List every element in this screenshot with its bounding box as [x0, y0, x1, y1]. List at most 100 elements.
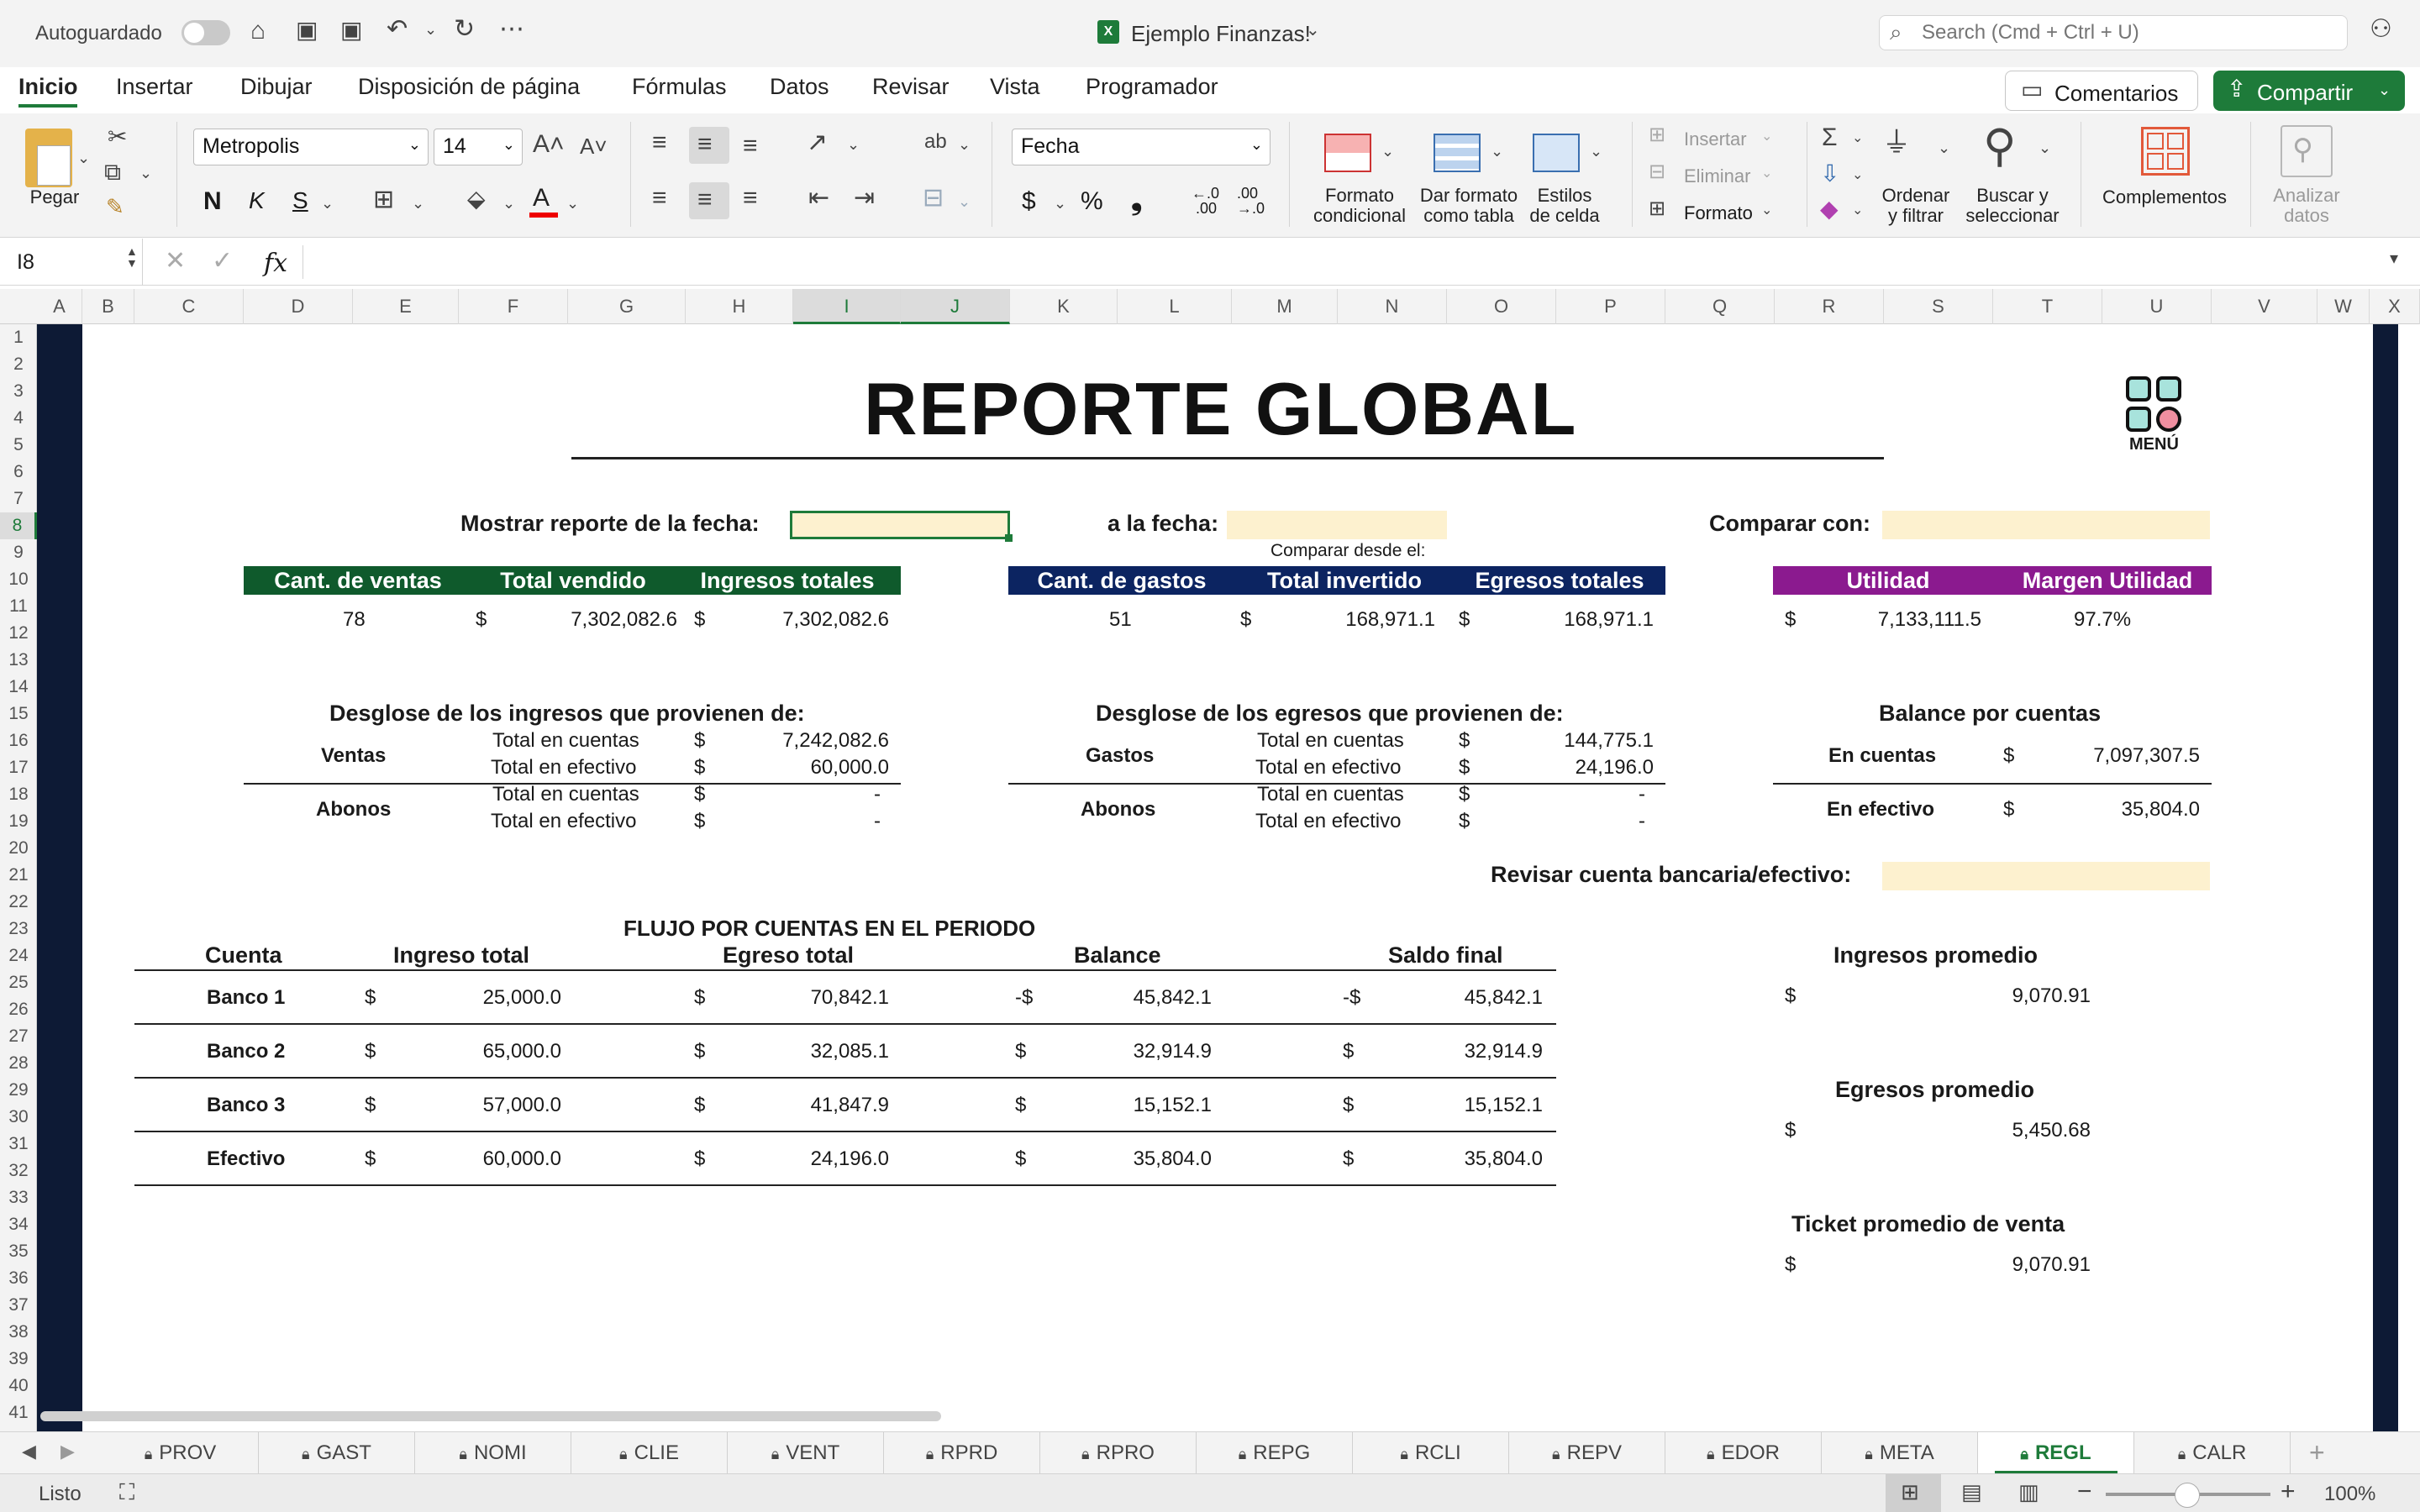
decrease-decimal-button[interactable]: .00 →.0 — [1237, 186, 1265, 216]
zoom-level[interactable]: 100% — [2324, 1483, 2375, 1506]
redo-icon[interactable]: ↻ — [454, 17, 475, 42]
percent-button[interactable]: % — [1081, 187, 1103, 216]
sheet-tab-clie[interactable]: 🔒︎ CLIE — [571, 1432, 728, 1474]
row-header[interactable]: 32 — [0, 1158, 37, 1184]
orientation-dropdown-icon[interactable]: ⌄ — [847, 137, 860, 152]
row-header[interactable]: 21 — [0, 862, 37, 889]
number-format-select[interactable]: Fecha ⌄ — [1012, 129, 1270, 165]
format-dropdown-icon[interactable]: ⌄ — [1761, 204, 1772, 218]
column-header[interactable]: P — [1556, 289, 1665, 324]
borders-dropdown-icon[interactable]: ⌄ — [412, 196, 424, 211]
align-bottom-icon[interactable]: ≡ — [743, 134, 758, 159]
row-header[interactable]: 39 — [0, 1346, 37, 1373]
sheet-tab-rpro[interactable]: 🔒︎ RPRO — [1040, 1432, 1197, 1474]
row-header[interactable]: 4 — [0, 405, 37, 432]
column-header[interactable]: H — [686, 289, 793, 324]
row-header[interactable]: 5 — [0, 432, 37, 459]
column-header[interactable]: I — [793, 289, 901, 324]
save-icon[interactable]: ▣ — [296, 18, 318, 42]
horizontal-scrollbar[interactable] — [40, 1411, 941, 1421]
decrease-indent-icon[interactable]: ⇤ — [808, 186, 829, 211]
font-name-select[interactable]: Metropolis ⌄ — [193, 129, 429, 165]
cut-icon[interactable]: ✂ — [108, 125, 127, 149]
tab-4[interactable]: Fórmulas — [632, 74, 727, 100]
row-header[interactable]: 37 — [0, 1292, 37, 1319]
to-date-field[interactable] — [1227, 511, 1447, 539]
sheet-tab-calr[interactable]: 🔒︎ CALR — [2134, 1432, 2291, 1474]
sheet-tab-edor[interactable]: 🔒︎ EDOR — [1665, 1432, 1822, 1474]
row-header[interactable]: 38 — [0, 1319, 37, 1346]
autosave-toggle[interactable] — [182, 20, 230, 45]
row-header[interactable]: 19 — [0, 808, 37, 835]
italic-button[interactable]: K — [249, 187, 265, 214]
title-chevron-icon[interactable]: ⌄ — [1306, 22, 1320, 39]
row-header[interactable]: 20 — [0, 835, 37, 862]
row-header[interactable]: 22 — [0, 889, 37, 916]
copy-icon[interactable]: ⧉ — [104, 160, 121, 184]
sheet-tab-gast[interactable]: 🔒︎ GAST — [259, 1432, 415, 1474]
row-header[interactable]: 13 — [0, 647, 37, 674]
row-header[interactable]: 6 — [0, 459, 37, 486]
sheet-tab-nomi[interactable]: 🔒︎ NOMI — [415, 1432, 571, 1474]
column-header[interactable]: R — [1775, 289, 1884, 324]
row-header[interactable]: 17 — [0, 754, 37, 781]
undo-icon[interactable]: ↶ — [387, 17, 408, 42]
column-header[interactable]: A — [37, 289, 82, 324]
column-header[interactable]: J — [901, 289, 1010, 324]
font-color-icon[interactable]: A — [529, 184, 558, 218]
comma-button[interactable]: ❟ — [1131, 184, 1142, 217]
row-header[interactable]: 27 — [0, 1023, 37, 1050]
row-header[interactable]: 11 — [0, 593, 37, 620]
row-header[interactable]: 8 — [0, 512, 37, 539]
row-header[interactable]: 15 — [0, 701, 37, 727]
column-header[interactable]: Q — [1665, 289, 1775, 324]
orientation-icon[interactable]: ↗ — [807, 130, 828, 155]
normal-view-button[interactable]: ⊞ — [1886, 1474, 1941, 1512]
wrap-dropdown-icon[interactable]: ⌄ — [958, 137, 971, 152]
row-header[interactable]: 16 — [0, 727, 37, 754]
find-dropdown-icon[interactable]: ⌄ — [2039, 140, 2051, 155]
currency-button[interactable]: $ — [1022, 187, 1036, 216]
row-header[interactable]: 24 — [0, 942, 37, 969]
row-header[interactable]: 25 — [0, 969, 37, 996]
row-header[interactable]: 36 — [0, 1265, 37, 1292]
merge-dropdown-icon[interactable]: ⌄ — [958, 194, 971, 209]
copy-dropdown-icon[interactable]: ⌄ — [139, 165, 152, 181]
row-header[interactable]: 7 — [0, 486, 37, 512]
underline-button[interactable]: S — [292, 187, 308, 214]
row-header[interactable]: 31 — [0, 1131, 37, 1158]
delete-dropdown-icon[interactable]: ⌄ — [1761, 167, 1772, 181]
row-header[interactable]: 10 — [0, 566, 37, 593]
row-header[interactable]: 12 — [0, 620, 37, 647]
add-sheet-icon[interactable]: + — [2309, 1439, 2325, 1466]
column-header[interactable]: V — [2212, 289, 2317, 324]
increase-indent-icon[interactable]: ⇥ — [854, 186, 875, 211]
zoom-out-icon[interactable]: − — [2077, 1479, 2092, 1504]
column-header[interactable]: U — [2102, 289, 2212, 324]
tab-0[interactable]: Inicio — [18, 74, 78, 100]
clear-dropdown-icon[interactable]: ⌄ — [1852, 204, 1863, 218]
delete-cells-label[interactable]: Eliminar — [1684, 165, 1750, 187]
home-icon[interactable]: ⌂ — [250, 18, 266, 44]
row-header[interactable]: 34 — [0, 1211, 37, 1238]
column-header[interactable]: B — [82, 289, 134, 324]
row-header[interactable]: 9 — [0, 539, 37, 566]
sheet-tab-rprd[interactable]: 🔒︎ RPRD — [884, 1432, 1040, 1474]
addins-icon[interactable] — [2141, 127, 2190, 176]
prev-sheet-icon[interactable]: ◀ — [22, 1442, 36, 1461]
sheet-tab-meta[interactable]: 🔒︎ META — [1822, 1432, 1978, 1474]
row-header[interactable]: 40 — [0, 1373, 37, 1399]
row-header[interactable]: 14 — [0, 674, 37, 701]
align-top-icon[interactable]: ≡ — [652, 130, 667, 155]
column-header[interactable]: S — [1884, 289, 1993, 324]
row-header[interactable]: 26 — [0, 996, 37, 1023]
sheet-tab-prov[interactable]: 🔒︎ PROV — [103, 1432, 259, 1474]
sort-dropdown-icon[interactable]: ⌄ — [1938, 140, 1950, 155]
save-as-icon[interactable]: ▣ — [340, 18, 362, 42]
zoom-slider-thumb[interactable] — [2175, 1483, 2200, 1508]
sheet-tab-rcli[interactable]: 🔒︎ RCLI — [1353, 1432, 1509, 1474]
tab-2[interactable]: Dibujar — [240, 74, 313, 100]
autosum-dropdown-icon[interactable]: ⌄ — [1852, 132, 1863, 145]
row-header[interactable]: 23 — [0, 916, 37, 942]
column-header[interactable]: L — [1118, 289, 1232, 324]
